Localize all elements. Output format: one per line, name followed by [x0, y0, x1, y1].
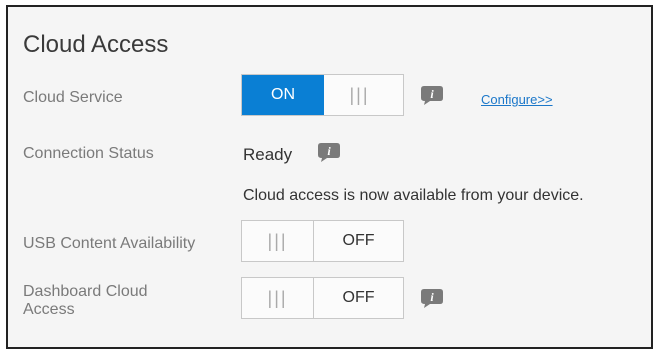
cloud-service-on-segment[interactable]: ON	[242, 75, 324, 115]
usb-content-grip[interactable]: |||	[242, 221, 313, 261]
info-icon[interactable]: i	[420, 84, 444, 106]
dashboard-cloud-label-line1: Dashboard Cloud	[23, 283, 148, 300]
configure-link[interactable]: Configure>>	[481, 92, 553, 107]
section-title: Cloud Access	[23, 31, 169, 58]
dashboard-cloud-toggle[interactable]: ||| OFF	[241, 277, 404, 319]
cloud-service-grip[interactable]: |||	[324, 75, 395, 115]
connection-status-value: Ready	[243, 145, 293, 164]
cloud-service-label: Cloud Service	[23, 89, 123, 106]
cloud-access-panel: Cloud Access Cloud Service ON ||| i Conf…	[6, 5, 653, 349]
connection-status-label: Connection Status	[23, 145, 154, 162]
dashboard-cloud-off-segment[interactable]: OFF	[313, 278, 403, 318]
usb-content-toggle[interactable]: ||| OFF	[241, 220, 404, 262]
info-icon[interactable]: i	[317, 141, 341, 163]
connection-status-message: Cloud access is now available from your …	[243, 187, 584, 204]
dashboard-cloud-label: Dashboard Cloud Access	[23, 283, 148, 319]
cloud-service-toggle[interactable]: ON |||	[241, 74, 404, 116]
usb-content-label: USB Content Availability	[23, 235, 196, 252]
dashboard-cloud-grip[interactable]: |||	[242, 278, 313, 318]
dashboard-cloud-label-line2: Access	[23, 301, 75, 318]
info-icon[interactable]: i	[420, 287, 444, 309]
usb-content-off-segment[interactable]: OFF	[313, 221, 403, 261]
